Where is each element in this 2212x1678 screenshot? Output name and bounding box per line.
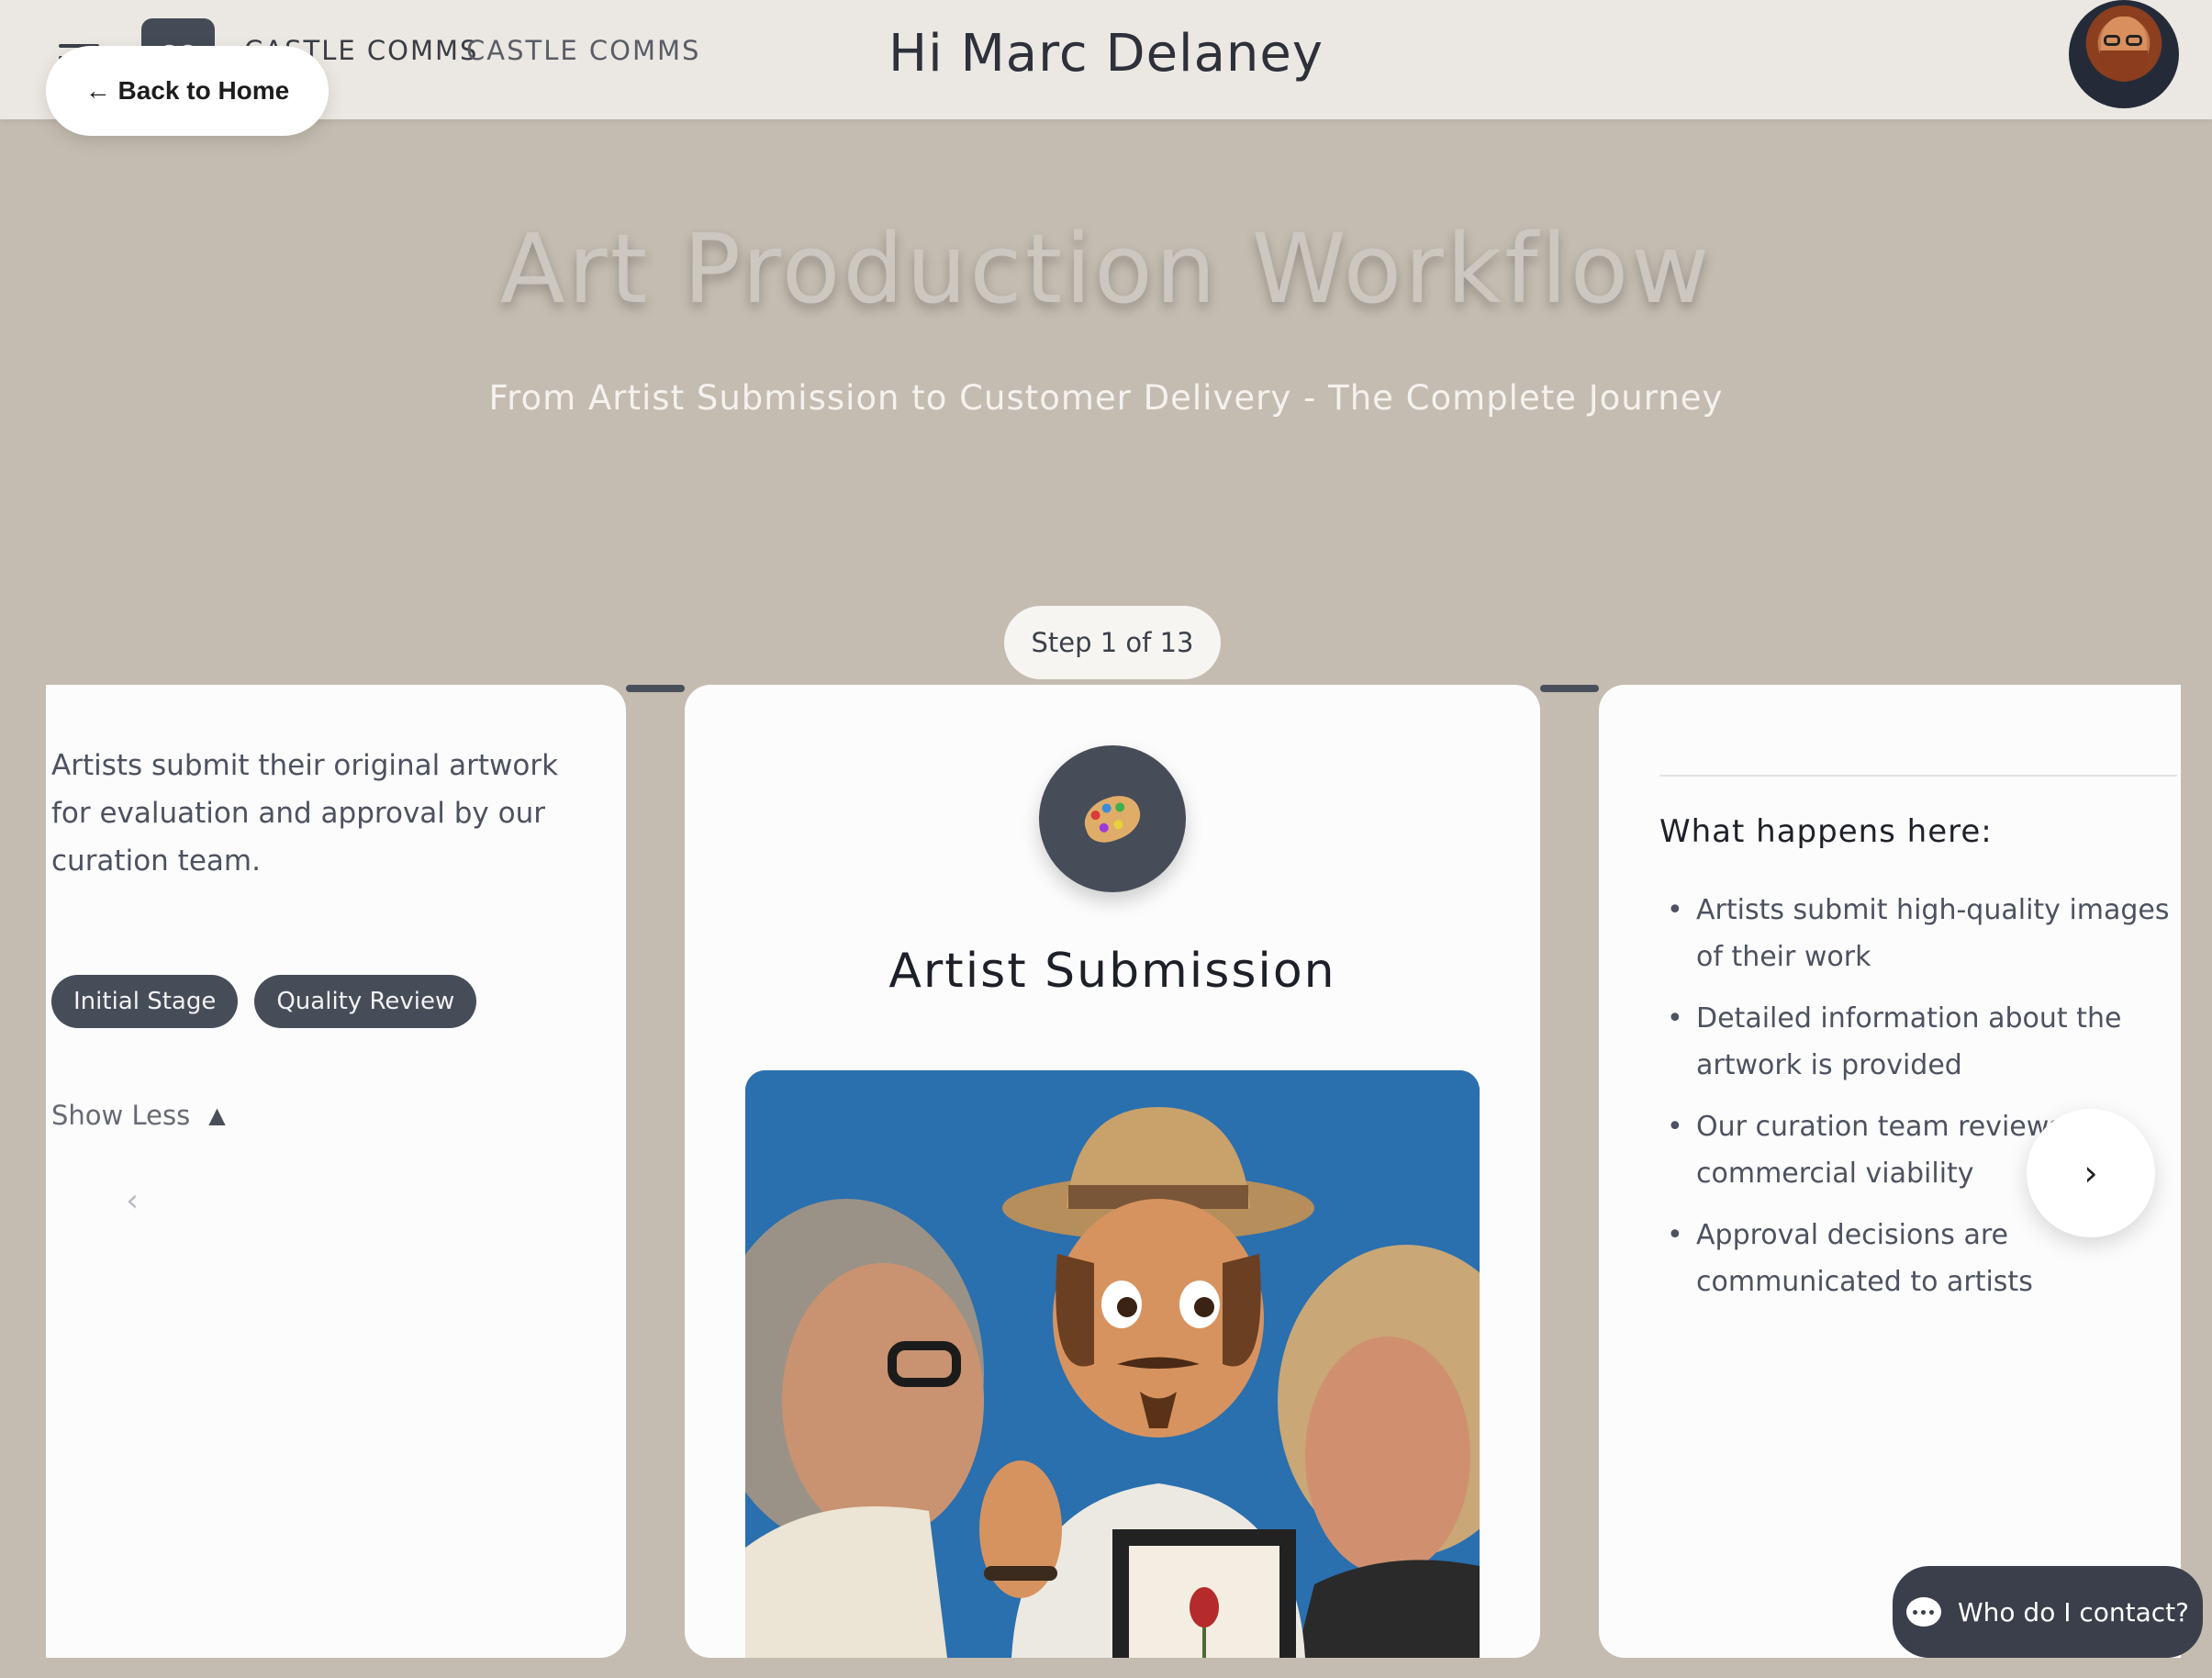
top-bar: CC CASTLE COMMS CASTLE COMMS Hi Marc Del… [0, 0, 2212, 119]
chevron-right-icon: › [2084, 1153, 2098, 1193]
step-title: Artist Submission [888, 944, 1336, 999]
user-avatar[interactable] [2069, 0, 2179, 108]
step-indicator: Step 1 of 13 [1004, 606, 1221, 679]
user-greeting: Hi Marc Delaney [888, 24, 1324, 84]
progress-track-right [1540, 685, 1599, 692]
list-item: Detailed information about the artwork i… [1659, 995, 2173, 1089]
step-card-main: Artist Submission [685, 685, 1540, 1658]
divider [1659, 775, 2177, 777]
back-to-home-button[interactable]: ← Back to Home [46, 46, 329, 136]
page-subtitle: From Artist Submission to Customer Deliv… [488, 378, 1724, 418]
list-item: Artists submit high-quality images of th… [1659, 887, 2173, 980]
contact-button-label: Who do I contact? [1957, 1596, 2190, 1628]
step-card-details: Artists submit their original artwork fo… [46, 685, 626, 1658]
chevron-left-icon[interactable]: ‹ [103, 1171, 162, 1230]
step-description: Artists submit their original artwork fo… [51, 749, 559, 878]
caret-up-icon: ▲ [208, 1102, 226, 1128]
tag-quality-review: Quality Review [254, 975, 477, 1028]
palette-icon [1039, 745, 1186, 892]
what-happens-heading: What happens here: [1659, 813, 1993, 850]
page-title: Art Production Workflow [499, 213, 1713, 325]
chat-bubble-icon [1905, 1597, 1941, 1627]
next-step-button[interactable]: › [2027, 1109, 2155, 1237]
step-illustration [745, 1070, 1480, 1658]
show-less-label: Show Less [51, 1100, 191, 1131]
show-less-toggle[interactable]: Show Less ▲ [51, 1100, 226, 1131]
progress-track-left [626, 685, 685, 692]
step-tags: Initial Stage Quality Review [51, 975, 477, 1028]
what-happens-list: Artists submit high-quality images of th… [1659, 887, 2173, 1320]
who-do-i-contact-button[interactable]: Who do I contact? [1893, 1566, 2203, 1658]
tag-initial-stage: Initial Stage [51, 975, 239, 1028]
